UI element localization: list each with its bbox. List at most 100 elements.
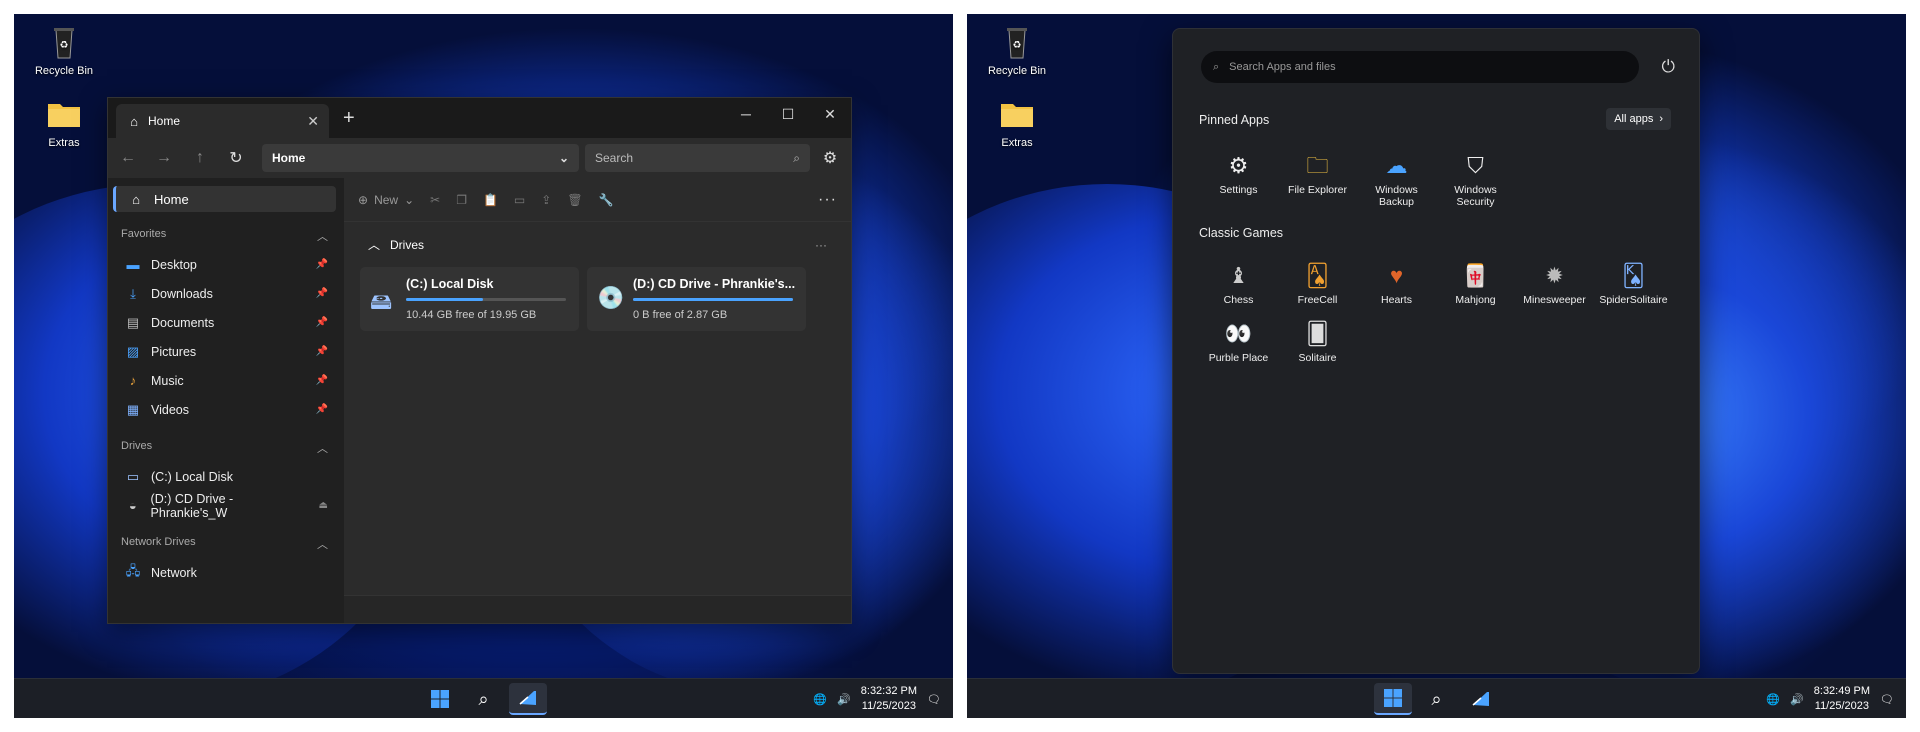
desktop-icon-recycle-bin[interactable]: ♻ Recycle Bin (977, 22, 1057, 77)
search-input[interactable]: Search ⌕ (585, 144, 810, 172)
desktop-icon-extras[interactable]: Extras (24, 94, 104, 149)
search-placeholder: Search (595, 151, 634, 165)
chevron-down-icon: ⌄ (404, 192, 415, 207)
taskbar-search-button[interactable]: ⌕ (465, 683, 503, 715)
app-chess[interactable]: ♝ Chess (1199, 262, 1278, 306)
pin-icon[interactable]: 📌 (316, 259, 328, 270)
copy-icon[interactable]: ❐ (456, 193, 467, 207)
sidebar-item-network[interactable]: 🖧 Network (113, 558, 336, 587)
freecell-icon: 🂡 (1306, 263, 1329, 288)
sidebar-item-pictures[interactable]: ▨ Pictures 📌 (113, 337, 336, 366)
power-icon[interactable]: ⏻ (1662, 57, 1675, 77)
volume-icon[interactable]: 🔊 (1790, 693, 1804, 706)
classic-games-header: Classic Games (1199, 226, 1284, 240)
taskbar-file-explorer-button[interactable] (1462, 683, 1500, 715)
app-settings[interactable]: ⚙ Settings (1199, 152, 1278, 208)
sidebar-item-d-drive[interactable]: ◒ (D:) CD Drive - Phrankie's_W ⏏ (113, 491, 336, 520)
rename-icon[interactable]: ▭ (514, 193, 525, 207)
network-drives-header[interactable]: Network Drives ︿ (113, 536, 336, 552)
search-placeholder: Search Apps and files (1229, 61, 1336, 73)
app-spider-solitaire[interactable]: 🂮 SpiderSolitaire (1594, 262, 1673, 306)
taskbar-file-explorer-button[interactable] (508, 683, 547, 715)
drive-card-c[interactable]: 🖴 (C:) Local Disk 10.44 GB free of 19.95… (360, 267, 579, 331)
more-options-icon[interactable]: ··· (818, 191, 837, 209)
close-tab-icon[interactable]: ✕ (307, 113, 319, 130)
sidebar-item-label: (D:) CD Drive - Phrankie's_W (150, 491, 234, 520)
refresh-icon[interactable]: ↻ (226, 148, 246, 168)
taskbar-apps: ⌕ (421, 683, 547, 715)
new-label: New (374, 192, 399, 207)
start-search-input[interactable]: ⌕ Search Apps and files (1201, 51, 1639, 83)
notification-icon[interactable]: 🗨 (1880, 693, 1894, 706)
sidebar-item-music[interactable]: ♪ Music 📌 (113, 366, 336, 395)
sidebar-item-home[interactable]: ⌂ Home (113, 186, 336, 212)
address-bar[interactable]: Home ⌄ (262, 144, 579, 172)
pin-icon[interactable]: 📌 (316, 375, 328, 386)
desktop-icon-extras[interactable]: Extras (977, 94, 1057, 149)
paste-icon[interactable]: 📋 (483, 193, 498, 207)
new-button[interactable]: ⊕ New ⌄ (358, 193, 414, 207)
globe-icon[interactable]: 🌐 (813, 693, 827, 706)
app-freecell[interactable]: 🂡 FreeCell (1278, 262, 1357, 306)
notification-icon[interactable]: 🗨 (927, 693, 941, 706)
volume-icon[interactable]: 🔊 (837, 693, 851, 706)
pin-icon[interactable]: 📌 (316, 346, 328, 357)
mine-icon: ✹ (1545, 263, 1564, 288)
start-button[interactable] (421, 683, 459, 715)
app-solitaire[interactable]: 🂠 Solitaire (1278, 320, 1357, 364)
app-purble-place[interactable]: 👀 Purble Place (1199, 320, 1278, 364)
app-hearts[interactable]: ♥ Hearts (1357, 262, 1436, 306)
delete-icon[interactable]: 🗑 (567, 193, 582, 207)
purble-icon: 👀 (1224, 321, 1253, 346)
eject-icon[interactable]: ⏏ (319, 500, 328, 511)
settings-gear-icon[interactable]: ⚙ (820, 148, 840, 168)
sidebar-item-c-drive[interactable]: ▭ (C:) Local Disk (113, 462, 336, 491)
app-label: Mahjong (1455, 294, 1496, 306)
clock-time: 8:32:49 PM (1813, 685, 1871, 697)
back-icon[interactable]: ← (118, 149, 138, 167)
sidebar-item-videos[interactable]: ▦ Videos 📌 (113, 395, 336, 424)
up-icon[interactable]: ↑ (190, 149, 210, 167)
minimize-button[interactable]: ─ (725, 98, 767, 130)
sidebar-item-label: Music (151, 373, 184, 388)
app-windows-backup[interactable]: ☁ Windows Backup (1357, 152, 1436, 208)
start-button[interactable] (1373, 683, 1412, 715)
sidebar-item-documents[interactable]: ▤ Documents 📌 (113, 308, 336, 337)
cd-drive-icon: 💿 (597, 285, 625, 310)
drive-usage-fill (633, 298, 793, 301)
sidebar-item-desktop[interactable]: ▬ Desktop 📌 (113, 250, 336, 279)
app-mahjong[interactable]: 🀄 Mahjong (1436, 262, 1515, 306)
clock[interactable]: 8:32:32 PM 11/25/2023 (861, 684, 917, 714)
tab-home[interactable]: ⌂ Home ✕ (116, 104, 329, 138)
pin-icon[interactable]: 📌 (316, 404, 328, 415)
pin-icon[interactable]: 📌 (316, 317, 328, 328)
app-windows-security[interactable]: ⛉ Windows Security (1436, 152, 1515, 208)
close-window-button[interactable]: ✕ (809, 98, 851, 130)
globe-icon[interactable]: 🌐 (1766, 693, 1780, 706)
share-icon[interactable]: ⇪ (541, 193, 551, 207)
drive-card-d[interactable]: 💿 (D:) CD Drive - Phrankie's... 0 B free… (587, 267, 806, 331)
app-label: Minesweeper (1523, 294, 1586, 306)
network-icon: 🖧 (125, 562, 141, 578)
drives-header[interactable]: Drives ︿ (113, 440, 336, 456)
section-more-icon[interactable]: ··· (815, 238, 827, 252)
cut-icon[interactable]: ✂ (430, 193, 440, 207)
drives-section-header[interactable]: ︿ Drives ··· (344, 222, 851, 253)
sidebar-item-downloads[interactable]: ⤓ Downloads 📌 (113, 279, 336, 308)
chevron-down-icon[interactable]: ⌄ (559, 151, 569, 165)
properties-icon[interactable]: 🔧 (599, 193, 614, 207)
forward-icon[interactable]: → (154, 149, 174, 167)
new-tab-button[interactable]: + (343, 107, 355, 130)
app-minesweeper[interactable]: ✹ Minesweeper (1515, 262, 1594, 306)
all-apps-button[interactable]: All apps › (1606, 108, 1671, 130)
pin-icon[interactable]: 📌 (316, 288, 328, 299)
maximize-button[interactable]: ☐ (767, 98, 809, 130)
file-explorer-icon (519, 691, 536, 705)
favorites-header[interactable]: Favorites ︿ (113, 228, 336, 244)
taskbar-search-button[interactable]: ⌕ (1418, 683, 1456, 715)
clock[interactable]: 8:32:49 PM 11/25/2023 (1814, 684, 1870, 714)
sidebar-item-label: Documents (151, 315, 215, 330)
desktop-icon-recycle-bin[interactable]: ♻ Recycle Bin (24, 22, 104, 77)
app-file-explorer[interactable]: 🗀 File Explorer (1278, 152, 1357, 208)
search-icon: ⌕ (1431, 688, 1442, 709)
